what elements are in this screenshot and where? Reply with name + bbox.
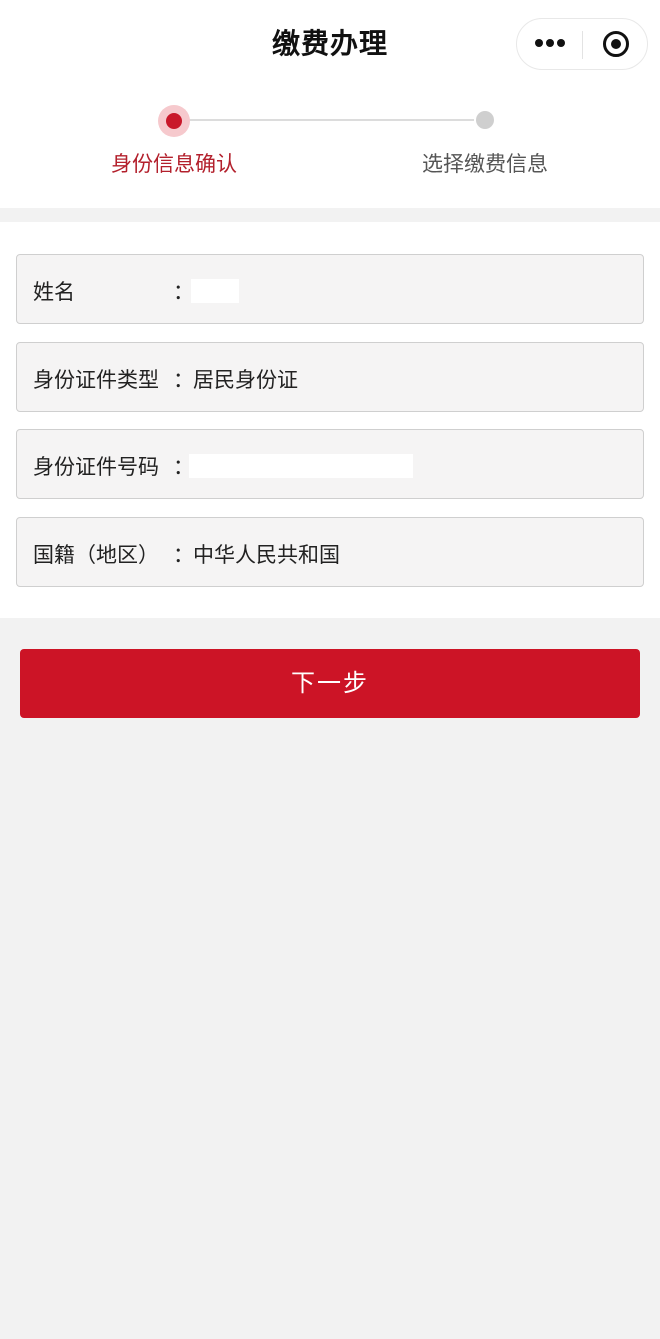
nationality-colon: ： <box>173 543 194 567</box>
id-type-value: 居民身份证 <box>193 368 298 392</box>
more-button[interactable] <box>517 19 582 69</box>
name-field[interactable]: 姓名 ： <box>16 254 644 324</box>
name-redaction <box>191 279 239 303</box>
id-number-field[interactable]: 身份证件号码 ： <box>16 429 644 499</box>
step-2-dot <box>476 111 494 129</box>
nationality-value: 中华人民共和国 <box>193 543 340 567</box>
close-target-icon-core <box>611 39 621 49</box>
step-connector <box>186 119 474 121</box>
id-type-label: 身份证件类型 <box>33 368 159 392</box>
nationality-label: 国籍（地区） <box>33 543 159 567</box>
more-icon <box>546 39 554 47</box>
id-number-redaction <box>189 454 413 478</box>
id-type-colon: ： <box>173 368 194 392</box>
id-type-field[interactable]: 身份证件类型 ： 居民身份证 <box>16 342 644 412</box>
nav-bar: 缴费办理 <box>0 0 660 88</box>
step-2-label: 选择缴费信息 <box>422 152 548 176</box>
nationality-field[interactable]: 国籍（地区） ： 中华人民共和国 <box>16 517 644 587</box>
mini-program-capsule <box>516 18 648 70</box>
more-icon <box>535 39 543 47</box>
next-step-button[interactable]: 下一步 <box>20 649 640 718</box>
step-indicator: 身份信息确认 选择缴费信息 <box>0 88 660 208</box>
more-icon <box>557 39 565 47</box>
identity-form: 姓名 ： 身份证件类型 ： 居民身份证 身份证件号码 ： 国籍（地区） ： 中华… <box>0 222 660 618</box>
step-1-label: 身份信息确认 <box>111 152 237 176</box>
id-number-label: 身份证件号码 <box>33 455 159 479</box>
name-label: 姓名 <box>33 280 75 304</box>
step-1-dot <box>166 113 182 129</box>
close-button[interactable] <box>583 19 648 69</box>
